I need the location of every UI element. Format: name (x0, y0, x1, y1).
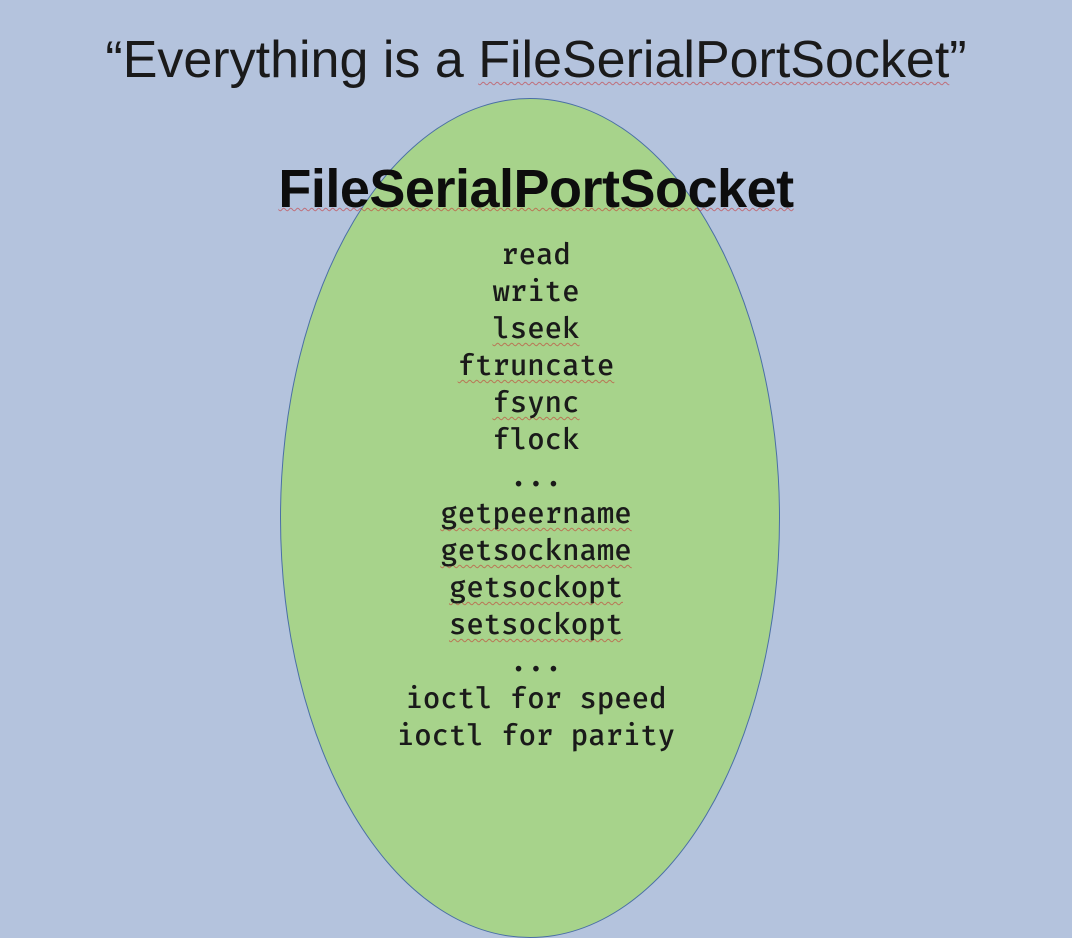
method-item: lseek (0, 310, 1072, 347)
method-item: ... (0, 643, 1072, 680)
method-item: ioctl for speed (0, 680, 1072, 717)
method-item: setsockopt (0, 606, 1072, 643)
slide-title: “Everything is a FileSerialPortSocket” (0, 30, 1072, 90)
method-item: ... (0, 458, 1072, 495)
method-item: write (0, 273, 1072, 310)
method-item: flock (0, 421, 1072, 458)
method-item: getsockopt (0, 569, 1072, 606)
class-heading-text: FileSerialPortSocket (278, 159, 793, 219)
method-text: getsockopt (449, 570, 623, 605)
method-item: getpeername (0, 495, 1072, 532)
method-text: ftruncate (458, 348, 615, 383)
title-prefix: “Everything is a (105, 31, 478, 89)
method-item: fsync (0, 384, 1072, 421)
method-item: ftruncate (0, 347, 1072, 384)
method-item: getsockname (0, 532, 1072, 569)
methods-list: readwritelseekftruncatefsyncflock...getp… (0, 236, 1072, 754)
title-suffix: ” (949, 31, 966, 89)
method-item: ioctl for parity (0, 717, 1072, 754)
title-word: FileSerialPortSocket (478, 31, 949, 89)
method-text: lseek (492, 311, 579, 346)
method-text: setsockopt (449, 607, 623, 642)
method-text: getsockname (440, 533, 631, 568)
method-text: getpeername (440, 496, 631, 531)
method-text: fsync (492, 385, 579, 420)
method-item: read (0, 236, 1072, 273)
class-heading: FileSerialPortSocket (0, 158, 1072, 220)
